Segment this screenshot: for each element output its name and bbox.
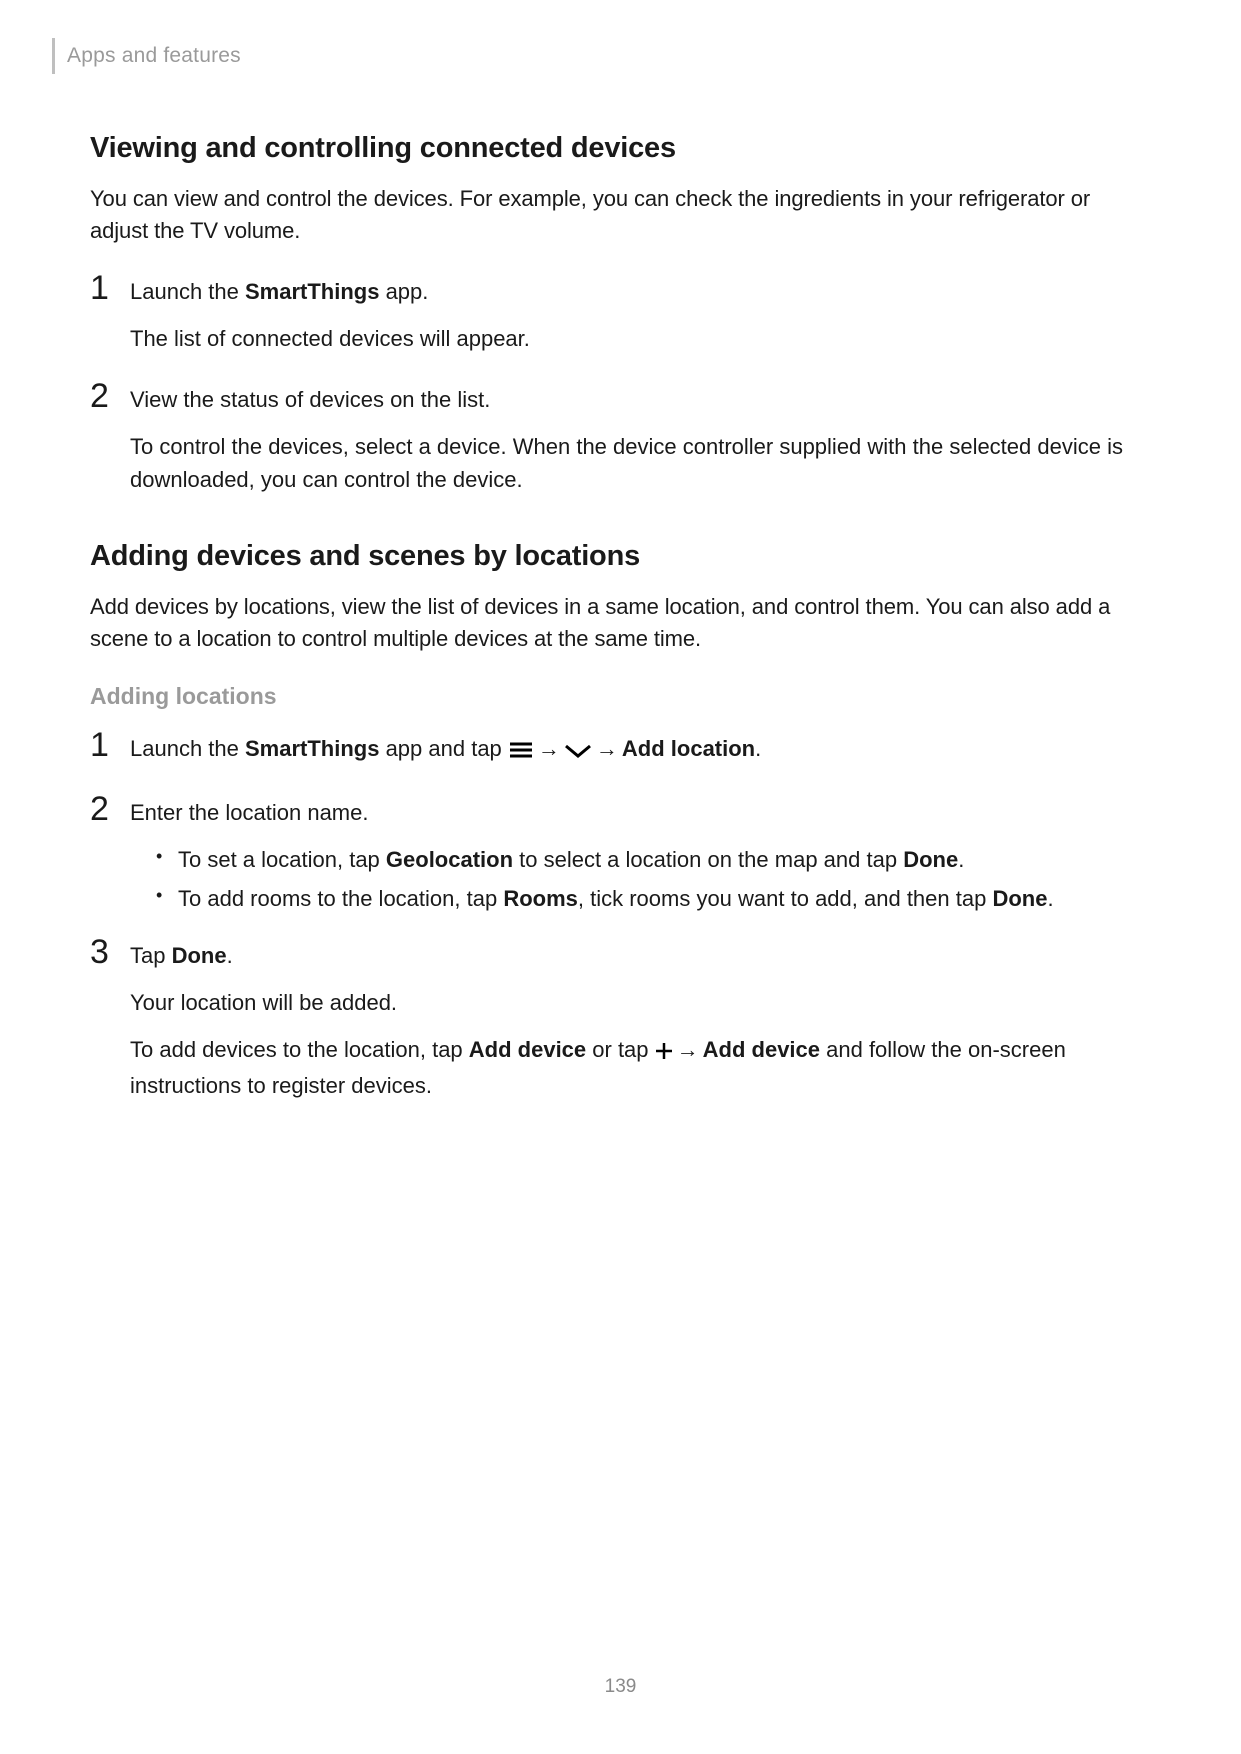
step-sub-text: Your location will be added. (130, 986, 1151, 1019)
section-title-viewing: Viewing and controlling connected device… (90, 132, 1151, 165)
breadcrumb: Apps and features (67, 44, 241, 68)
step-sub-text: The list of connected devices will appea… (130, 322, 1151, 355)
step-number: 2 (90, 792, 130, 826)
step-1-1: 1 Launch the SmartThings app. The list o… (90, 271, 1151, 369)
menu-icon (508, 735, 534, 768)
option-rooms: Rooms (503, 886, 578, 911)
button-done: Done (903, 847, 958, 872)
step-2-3: 3 Tap Done. Your location will be added.… (90, 935, 1151, 1116)
step-text: Tap Done. (130, 939, 1151, 972)
menu-item-add-location: Add location (622, 736, 755, 761)
subheading-adding-locations: Adding locations (90, 683, 1151, 710)
bullet-item: To set a location, tap Geolocation to se… (152, 843, 1151, 876)
step-1-2: 2 View the status of devices on the list… (90, 379, 1151, 510)
bullet-item: To add rooms to the location, tap Rooms,… (152, 882, 1151, 915)
button-done: Done (172, 943, 227, 968)
header-rule (52, 38, 55, 74)
step-sub-text: To control the devices, select a device.… (130, 430, 1151, 496)
step-number: 1 (90, 271, 130, 305)
step-text: View the status of devices on the list. (130, 383, 1151, 416)
step-number: 3 (90, 935, 130, 969)
button-add-device: Add device (469, 1037, 586, 1062)
plus-icon (655, 1036, 673, 1069)
arrow-icon: → (534, 732, 564, 765)
step-number: 2 (90, 379, 130, 413)
option-geolocation: Geolocation (386, 847, 513, 872)
section-title-adding: Adding devices and scenes by locations (90, 540, 1151, 573)
page-header: Apps and features (90, 38, 1151, 74)
arrow-icon: → (592, 732, 622, 765)
button-done: Done (992, 886, 1047, 911)
step-text: Launch the SmartThings app. (130, 275, 1151, 308)
app-name: SmartThings (245, 736, 379, 761)
app-name: SmartThings (245, 279, 379, 304)
section-intro-adding: Add devices by locations, view the list … (90, 591, 1151, 655)
section-intro-viewing: You can view and control the devices. Fo… (90, 183, 1151, 247)
step-number: 1 (90, 728, 130, 762)
button-add-device: Add device (703, 1037, 820, 1062)
step-2-1: 1 Launch the SmartThings app and tap → →… (90, 728, 1151, 782)
chevron-down-icon (564, 735, 592, 768)
step-text: Enter the location name. (130, 796, 1151, 829)
arrow-icon: → (673, 1033, 703, 1066)
page-number: 139 (0, 1676, 1241, 1698)
step-text: Launch the SmartThings app and tap → → A… (130, 732, 1151, 768)
step-sub-text: To add devices to the location, tap Add … (130, 1033, 1151, 1102)
step-2-2: 2 Enter the location name. To set a loca… (90, 792, 1151, 925)
